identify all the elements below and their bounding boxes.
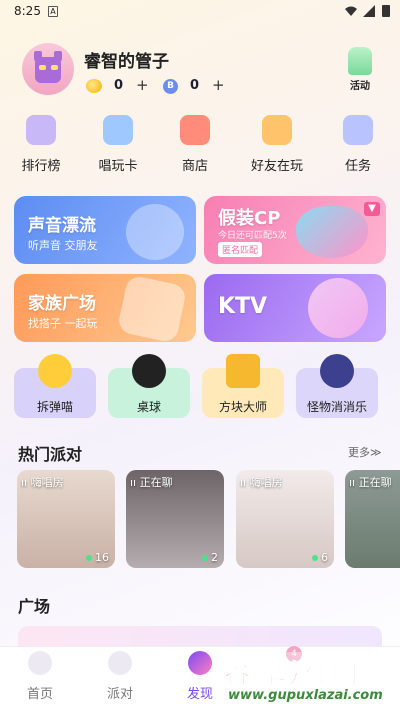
card-title: 假装CP <box>218 208 281 229</box>
bottle-icon <box>126 204 184 260</box>
coin-balance: 0 <box>114 78 124 93</box>
filter-icon[interactable]: ▼ <box>364 202 380 216</box>
voice-drift-card[interactable]: 声音漂流 听声音 交朋友 <box>14 196 196 264</box>
wifi-icon <box>344 4 358 21</box>
online-dot-icon <box>85 555 92 561</box>
username[interactable]: 睿智的管子 <box>84 47 169 72</box>
card-title: KTV <box>218 294 268 319</box>
nav-label: 任务 <box>344 159 371 174</box>
party-room[interactable]: ıı 嗨唱房 16 <box>17 470 115 568</box>
avatar-face <box>35 57 61 83</box>
home-icon <box>28 651 52 675</box>
avatar-eye <box>39 65 46 70</box>
nav-friends-playing[interactable]: 好友在玩 <box>242 115 312 177</box>
watermark: 谷普软件园 www.gupuxlazai.com <box>218 652 400 708</box>
game-label: 桌球 <box>136 400 161 414</box>
card-title: 声音漂流 <box>28 216 96 236</box>
game-bomb-cat[interactable]: 拆弹喵 <box>14 354 96 418</box>
party-room[interactable]: ıı 嗨唱房 6 <box>236 470 334 568</box>
microphone-icon <box>297 274 379 342</box>
battery-icon <box>382 5 390 17</box>
monster-icon <box>320 354 354 388</box>
watermark-url: www.gupuxlazai.com <box>228 688 383 703</box>
party-room[interactable]: ıı 正在聊 2 <box>126 470 224 568</box>
nav-label: 排行榜 <box>21 159 61 174</box>
task-icon <box>343 115 373 145</box>
card-subtitle: 今日还可匹配5次 <box>218 231 287 241</box>
nav-label: 商店 <box>181 159 208 174</box>
family-square-card[interactable]: 家族广场 找搭子 一起玩 <box>14 274 196 342</box>
friends-icon <box>262 115 292 145</box>
card-subtitle: 找搭子 一起玩 <box>28 317 98 330</box>
game-monster-match[interactable]: 怪物消消乐 <box>296 354 378 418</box>
watermark-text: 谷普软件园 <box>223 660 360 691</box>
nav-label: 唱玩卡 <box>98 159 138 174</box>
status-time: 8:25 <box>14 4 41 18</box>
nav-label: 好友在玩 <box>250 159 303 174</box>
party-count: 2 <box>201 551 218 564</box>
game-block-master[interactable]: 方块大师 <box>202 354 284 418</box>
party-tag: ıı 正在聊 <box>130 476 173 489</box>
cat-bomb-icon <box>38 354 72 388</box>
event-icon <box>348 47 372 75</box>
billiard-ball-icon <box>132 354 166 388</box>
party-room[interactable]: ıı 正在聊 <box>345 470 400 568</box>
square-title: 广场 <box>18 597 51 616</box>
discover-icon <box>188 651 212 675</box>
status-bar: 8:25 A <box>0 0 400 24</box>
card-subtitle: 听声音 交朋友 <box>28 239 98 252</box>
party-icon <box>108 651 132 675</box>
event-label: 活动 <box>350 81 370 92</box>
trophy-icon <box>26 115 56 145</box>
bean-icon: B <box>163 79 178 94</box>
ktv-card[interactable]: KTV <box>204 274 386 342</box>
party-tag: ıı 嗨唱房 <box>240 476 283 489</box>
nav-tasks[interactable]: 任务 <box>323 115 393 177</box>
nav-leaderboard[interactable]: 排行榜 <box>6 115 76 177</box>
avatar-eye <box>51 65 58 70</box>
nav-shop[interactable]: 商店 <box>160 115 230 177</box>
card-icon <box>103 115 133 145</box>
notification-a-icon: A <box>48 6 58 17</box>
tab-label: 派对 <box>106 687 133 702</box>
anonymous-match-tag: 匿名匹配 <box>218 242 263 257</box>
nav-sing-card[interactable]: 唱玩卡 <box>83 115 153 177</box>
add-coins-button[interactable]: + <box>136 76 149 94</box>
avatar[interactable] <box>22 43 74 95</box>
shop-icon <box>180 115 210 145</box>
party-tag: ıı 嗨唱房 <box>21 476 64 489</box>
signal-icon <box>362 4 376 21</box>
online-dot-icon <box>311 555 318 561</box>
hearts-icon <box>296 206 368 258</box>
party-count: 6 <box>311 551 328 564</box>
party-count: 16 <box>85 551 109 564</box>
star-badge-icon <box>116 274 188 342</box>
game-label: 方块大师 <box>218 400 267 414</box>
more-link[interactable]: 更多≫ <box>348 444 382 460</box>
party-tag: ıı 正在聊 <box>349 476 392 489</box>
event-button[interactable]: 活动 <box>342 47 378 93</box>
hot-parties-title: 热门派对 <box>18 445 83 464</box>
add-beans-button[interactable]: + <box>212 76 225 94</box>
game-label: 拆弹喵 <box>36 400 73 414</box>
tab-label: 首页 <box>26 687 53 702</box>
card-title: 家族广场 <box>28 294 96 314</box>
bean-balance: 0 <box>190 78 200 93</box>
game-billiards[interactable]: 桌球 <box>108 354 190 418</box>
block-icon <box>226 354 260 388</box>
game-label: 怪物消消乐 <box>306 400 367 414</box>
fake-cp-card[interactable]: ▼ 假装CP 今日还可匹配5次 匿名匹配 <box>204 196 386 264</box>
coin-icon <box>86 79 102 93</box>
online-dot-icon <box>201 555 208 561</box>
